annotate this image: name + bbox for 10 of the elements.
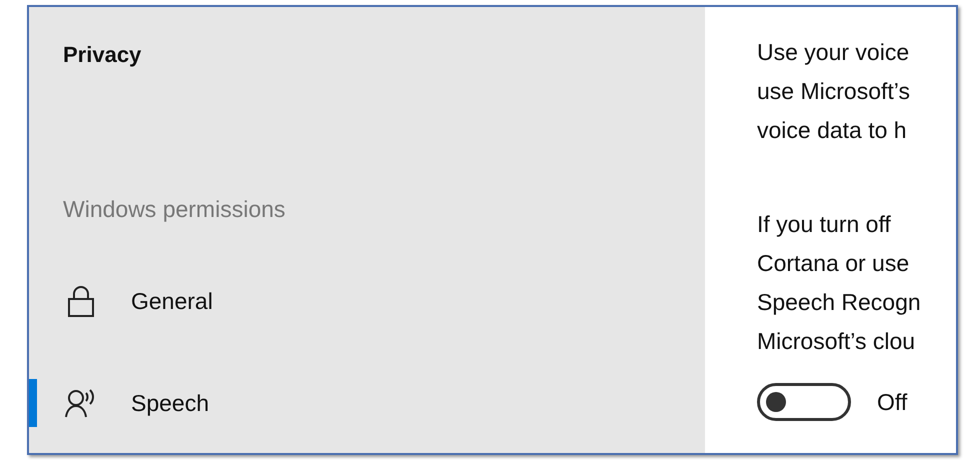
section-heading: Windows permissions: [63, 196, 286, 223]
page-title: Privacy: [63, 42, 142, 68]
lock-icon: [67, 285, 95, 317]
speech-icon: [65, 388, 97, 418]
toggle-label: Off: [877, 388, 908, 416]
sidebar-item[interactable]: General: [131, 288, 213, 314]
toggle-switch[interactable]: [757, 383, 851, 421]
sidebar-item[interactable]: Speech: [131, 390, 210, 416]
description-text: If you turn off Cortana or use Speech Recogn Microsoft’s clou: [757, 210, 921, 356]
description-text: Use your voice use Microsoft’s voice data to h: [757, 38, 910, 145]
